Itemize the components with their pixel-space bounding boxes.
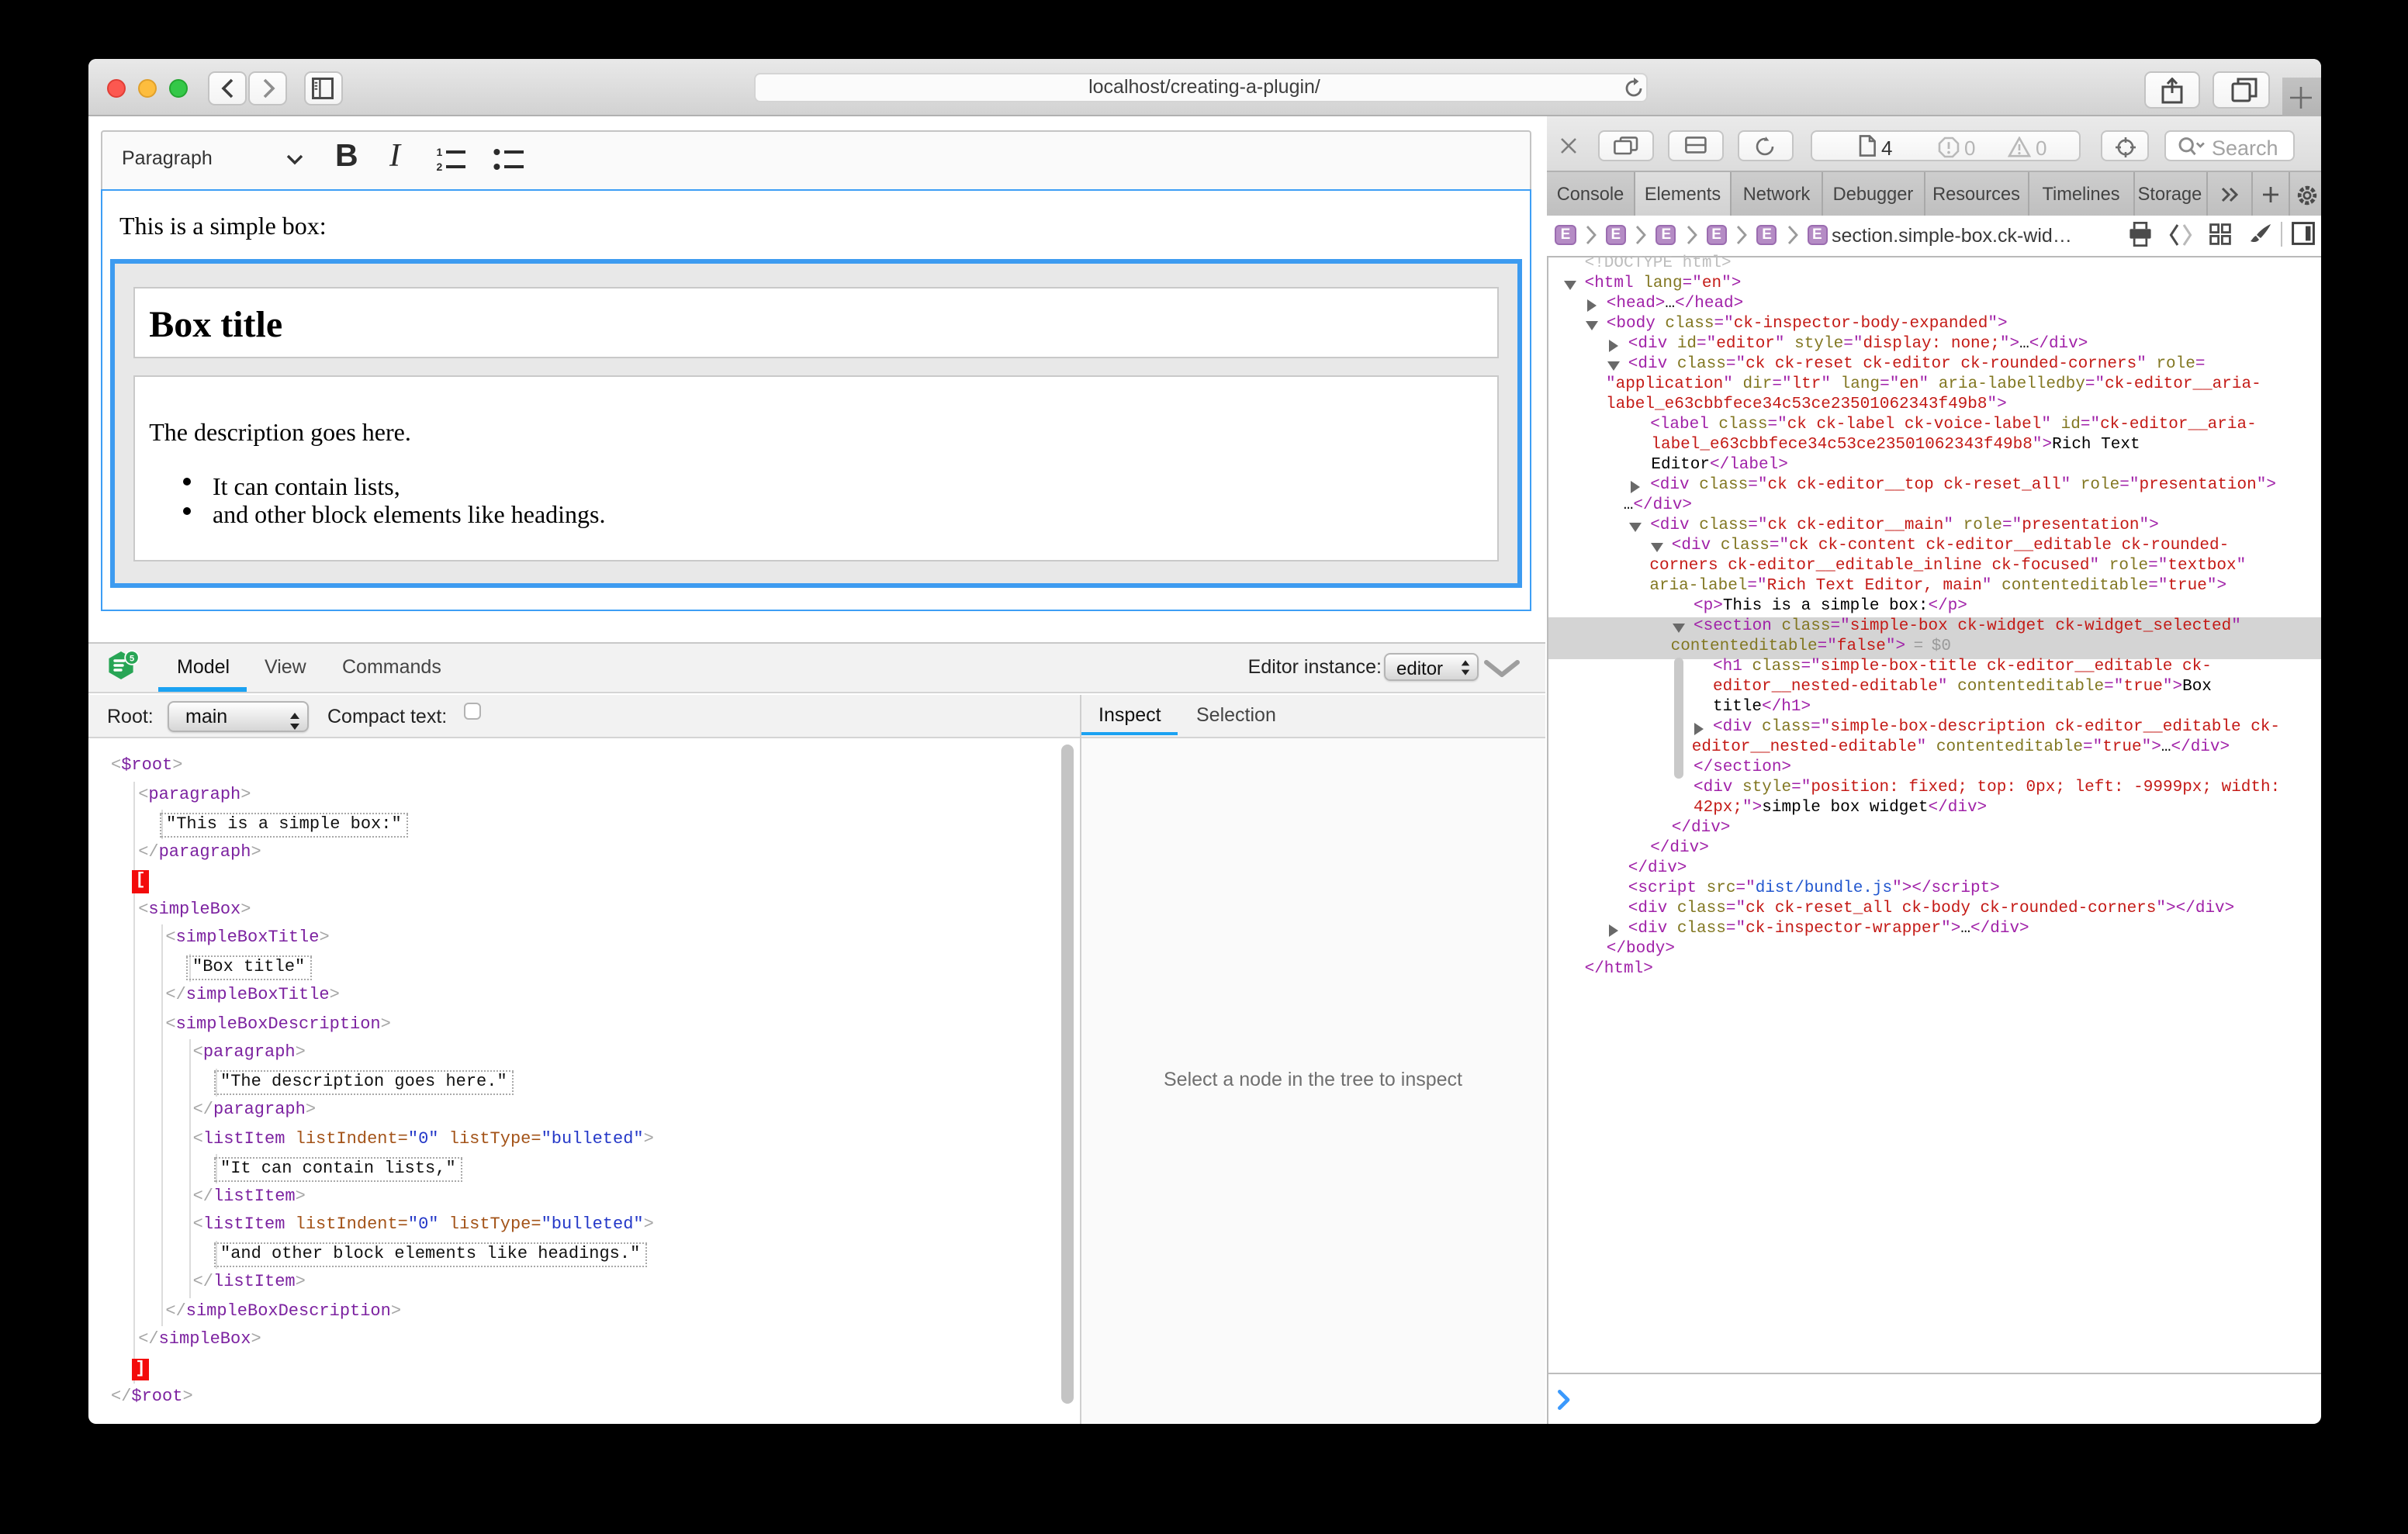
- svg-text:5: 5: [129, 654, 133, 663]
- svg-text:1: 1: [436, 146, 442, 158]
- svg-text:2: 2: [436, 161, 442, 172]
